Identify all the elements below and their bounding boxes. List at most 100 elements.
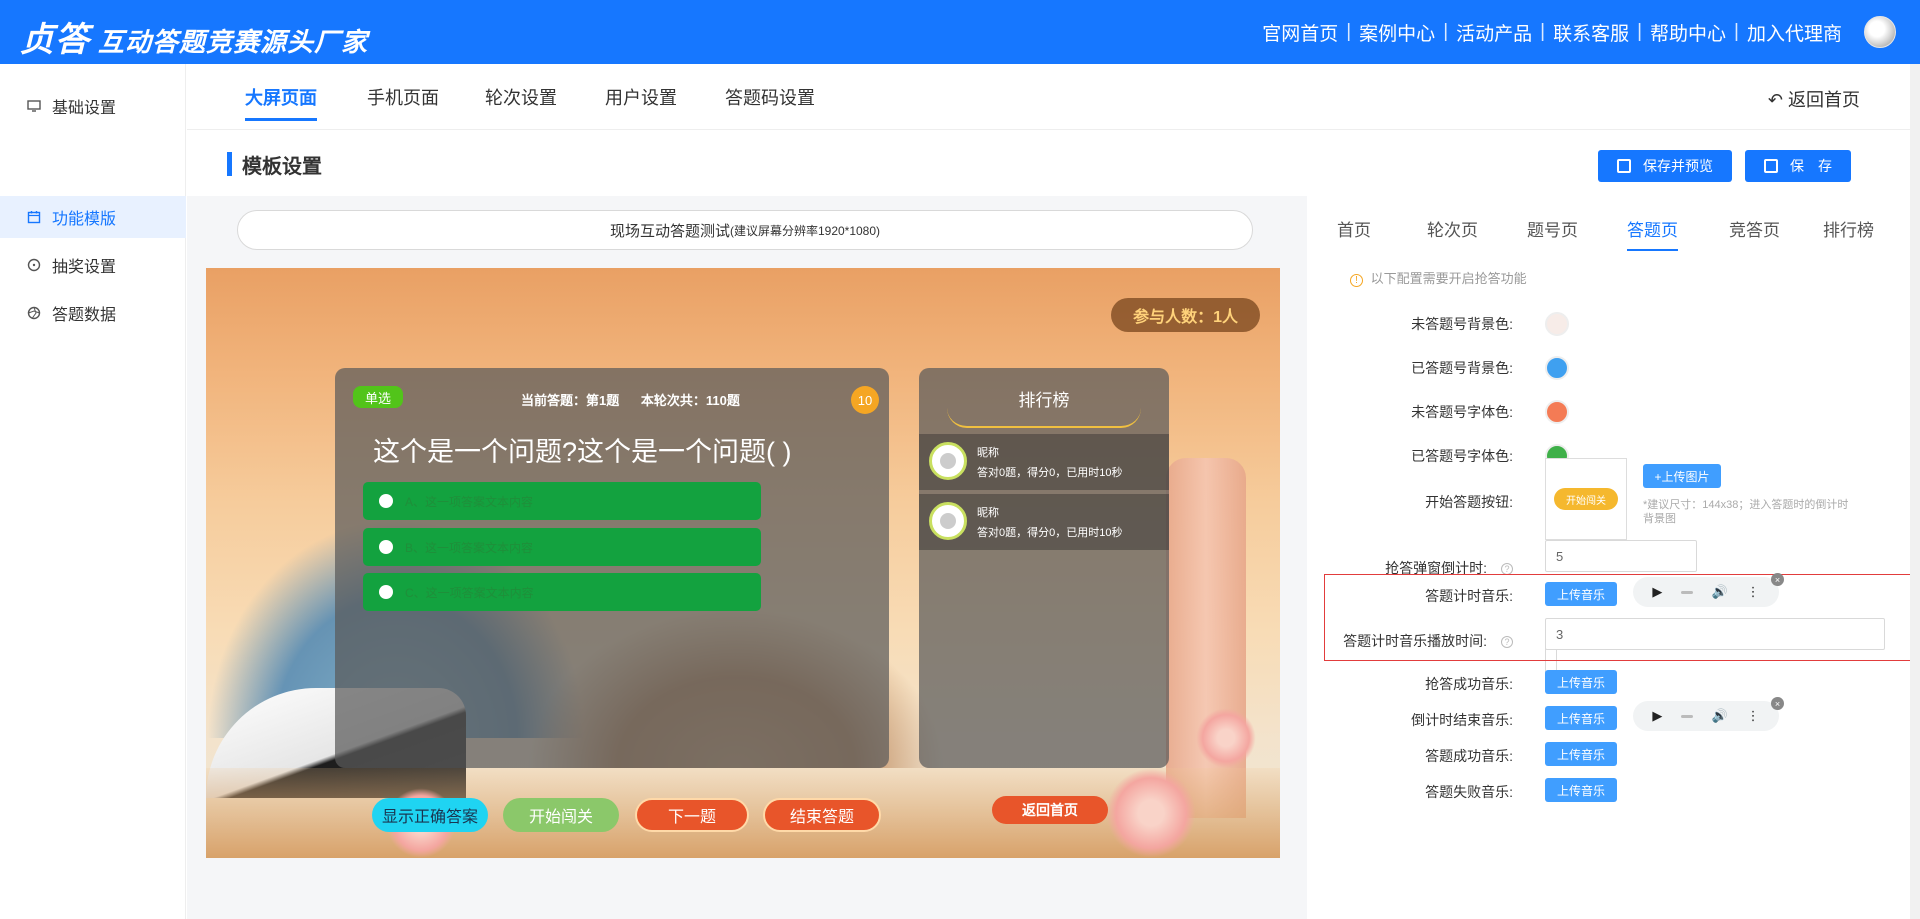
- back-home-label: 返回首页: [1788, 90, 1860, 110]
- settings-tab-home[interactable]: 首页: [1337, 216, 1371, 249]
- start-button-preview-pill: 开始闯关: [1554, 488, 1618, 510]
- nav-help[interactable]: 帮助中心: [1642, 19, 1734, 46]
- save-icon: [1764, 159, 1778, 173]
- ranking-row: 昵称 答对0题，得分0，已用时10秒: [919, 434, 1169, 490]
- answer-option[interactable]: B、这一项答案文本内容: [363, 528, 761, 566]
- participants-badge: 参与人数：1人: [1111, 298, 1260, 332]
- close-icon[interactable]: ×: [1771, 697, 1784, 710]
- nav-separator: |: [1540, 21, 1546, 42]
- settings-panel: 首页 轮次页 题号页 答题页 竞答页 排行榜 ! 以下配置需要开启抢答功能 未答…: [1307, 196, 1920, 919]
- user-avatar[interactable]: [1864, 16, 1896, 48]
- timer-music-time-input[interactable]: 3: [1545, 618, 1885, 650]
- tab-mobile[interactable]: 手机页面: [367, 84, 439, 118]
- option-text: B、这一项答案文本内容: [405, 540, 534, 555]
- settings-tab-answer[interactable]: 答题页: [1627, 216, 1678, 251]
- option-text: C、这一项答案文本内容: [405, 585, 534, 600]
- back-home-link[interactable]: ↶ 返回首页: [1768, 86, 1860, 112]
- top-header: 贞答 互动答题竞赛源头厂家 官网首页 | 案例中心 | 活动产品 | 联系客服 | 帮助…: [0, 0, 1920, 64]
- settings-tab-leaderboard[interactable]: 排行榜: [1823, 216, 1874, 249]
- settings-tab-number[interactable]: 题号页: [1527, 216, 1578, 249]
- upload-image-button[interactable]: +上传图片: [1643, 464, 1721, 488]
- field-label: 开始答题按钮:: [1425, 494, 1513, 510]
- monitor-icon: [26, 98, 42, 114]
- ranking-stats: 答对0题，得分0，已用时10秒: [977, 467, 1123, 479]
- big-screen-preview: 参与人数：1人 单选 当前答题：第1题 本轮次共：110题 10 这个是一个问题…: [206, 268, 1280, 858]
- sidebar-item-label: 功能模版: [52, 211, 117, 228]
- aperture-icon: [26, 305, 42, 321]
- unanswered-font-color-picker[interactable]: [1545, 400, 1569, 424]
- nav-agent[interactable]: 加入代理商: [1739, 19, 1850, 46]
- show-answer-button[interactable]: 显示正确答案: [372, 798, 488, 832]
- option-text: A、这一项答案文本内容: [405, 494, 534, 509]
- more-icon[interactable]: ⋮: [1747, 584, 1760, 600]
- tab-rounds[interactable]: 轮次设置: [485, 84, 557, 118]
- play-icon[interactable]: ▶: [1652, 708, 1662, 724]
- upload-answer-success-music-button[interactable]: 上传音乐: [1545, 742, 1617, 766]
- nav-separator: |: [1637, 21, 1643, 42]
- nav-official-home[interactable]: 官网首页: [1254, 19, 1346, 46]
- question-panel: 单选 当前答题：第1题 本轮次共：110题 10 这个是一个问题?这个是一个问题…: [335, 368, 889, 768]
- sidebar-item-basic-settings[interactable]: 基础设置: [0, 85, 186, 127]
- notice-text: ! 以下配置需要开启抢答功能: [1350, 268, 1527, 287]
- field-label: 已答题号字体色:: [1411, 448, 1513, 464]
- logo-slogan: 互动答题竞赛源头厂家: [98, 27, 369, 57]
- radio-icon: [379, 540, 393, 554]
- field-label: 抢答成功音乐:: [1425, 676, 1513, 692]
- ranking-panel: 排行榜 昵称 答对0题，得分0，已用时10秒 昵称 答对0题，得分0，已用时10…: [919, 368, 1169, 768]
- nav-products[interactable]: 活动产品: [1448, 19, 1540, 46]
- play-icon[interactable]: ▶: [1652, 584, 1662, 600]
- upload-grab-success-music-button[interactable]: 上传音乐: [1545, 670, 1617, 694]
- next-question-button[interactable]: 下一题: [635, 798, 749, 832]
- help-icon[interactable]: ?: [1501, 636, 1513, 649]
- nav-separator: |: [1734, 21, 1739, 42]
- tab-users[interactable]: 用户设置: [605, 84, 677, 118]
- sidebar-item-lottery-settings[interactable]: 抽奖设置: [0, 244, 186, 286]
- start-challenge-button[interactable]: 开始闯关: [503, 798, 619, 832]
- popup-countdown-input[interactable]: 5: [1545, 540, 1697, 572]
- settings-tab-rounds[interactable]: 轮次页: [1427, 216, 1478, 249]
- field-label: 已答题号背景色:: [1411, 360, 1513, 376]
- avatar: [929, 502, 967, 540]
- sidebar-item-label: 基础设置: [52, 100, 117, 117]
- progress-bar[interactable]: [1681, 590, 1694, 594]
- field-label: 答题计时音乐:: [1425, 588, 1513, 604]
- sidebar-item-templates[interactable]: 功能模版: [0, 196, 186, 238]
- nav-contact[interactable]: 联系客服: [1545, 19, 1637, 46]
- upload-timer-music-button[interactable]: 上传音乐: [1545, 582, 1617, 606]
- answer-option[interactable]: A、这一项答案文本内容: [363, 482, 761, 520]
- save-button[interactable]: 保 存: [1745, 150, 1851, 182]
- unanswered-bg-color-picker[interactable]: [1545, 312, 1569, 336]
- page-title: 模板设置: [242, 156, 322, 178]
- close-icon[interactable]: ×: [1771, 573, 1784, 586]
- tab-answer-code[interactable]: 答题码设置: [725, 84, 815, 118]
- upload-answer-fail-music-button[interactable]: 上传音乐: [1545, 778, 1617, 802]
- sidebar-item-answer-data[interactable]: 答题数据: [0, 292, 186, 334]
- volume-icon[interactable]: 🔊: [1712, 584, 1728, 600]
- field-label: 答题失败音乐:: [1425, 784, 1513, 800]
- answer-option[interactable]: C、这一项答案文本内容: [363, 573, 761, 611]
- question-progress: 当前答题：第1题 本轮次共：110题: [521, 390, 758, 409]
- dial-icon: [26, 257, 42, 273]
- volume-icon[interactable]: 🔊: [1712, 708, 1728, 724]
- save-preview-button[interactable]: 保存并预览: [1598, 150, 1732, 182]
- question-text: 这个是一个问题?这个是一个问题( ): [373, 437, 792, 467]
- settings-tab-compete[interactable]: 竞答页: [1729, 216, 1780, 249]
- background-flower: [1106, 768, 1196, 858]
- answered-bg-color-picker[interactable]: [1545, 356, 1569, 380]
- progress-bar[interactable]: [1681, 714, 1694, 718]
- radio-icon: [379, 494, 393, 508]
- background-flower: [1196, 708, 1256, 768]
- tab-big-screen[interactable]: 大屏页面: [245, 84, 317, 121]
- preview-resolution-hint: (建议屏幕分辨率1920*1080): [729, 223, 881, 238]
- upload-countdown-end-music-button[interactable]: 上传音乐: [1545, 706, 1617, 730]
- notice-label: 以下配置需要开启抢答功能: [1370, 271, 1527, 286]
- sidebar: 基础设置 功能模版 抽奖设置 答题数据: [0, 64, 186, 919]
- more-icon[interactable]: ⋮: [1747, 708, 1760, 724]
- nav-case-center[interactable]: 案例中心: [1351, 19, 1443, 46]
- field-label: 未答题号字体色:: [1411, 404, 1513, 420]
- return-home-button[interactable]: 返回首页: [992, 796, 1108, 824]
- start-button-image-preview[interactable]: 开始闯关: [1545, 458, 1627, 540]
- end-quiz-button[interactable]: 结束答题: [763, 798, 881, 832]
- logo[interactable]: 贞答 互动答题竞赛源头厂家: [20, 12, 368, 59]
- page-scrollbar[interactable]: [1910, 64, 1920, 919]
